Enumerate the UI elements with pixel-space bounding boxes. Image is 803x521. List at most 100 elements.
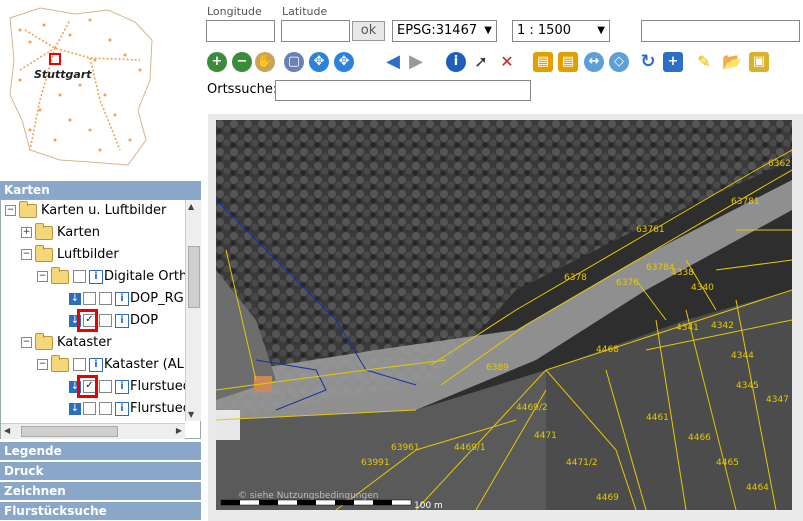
parcel-label: 6389 — [486, 363, 509, 373]
parcel-label: 4464 — [746, 483, 769, 493]
parcel-label: 4469 — [596, 493, 619, 503]
parcel-label: 4465 — [716, 458, 739, 468]
parcel-label: 63961 — [391, 443, 420, 453]
layer-info-icon[interactable]: i — [115, 291, 129, 306]
overview-map[interactable]: Stuttgart — [0, 0, 160, 170]
panel-header-legende[interactable]: Legende — [0, 441, 201, 460]
latitude-input[interactable] — [281, 20, 350, 42]
tree-label: DOP_RGB — [130, 291, 193, 306]
tree-label: DOP — [130, 313, 159, 328]
longitude-input[interactable] — [206, 20, 275, 42]
eraser-icon[interactable]: ✎ — [694, 52, 714, 72]
refresh-icon[interactable]: ↻ — [638, 52, 658, 72]
scroll-thumb[interactable] — [188, 246, 200, 308]
layer-order-icon[interactable]: ▤ — [533, 52, 553, 72]
collapse-icon[interactable]: − — [37, 359, 48, 370]
tree-label: Kataster (AL — [104, 357, 184, 372]
layer-info-icon[interactable]: i — [89, 357, 103, 372]
scroll-thumb[interactable] — [21, 426, 118, 437]
epsg-select[interactable]: EPSG:31467 ▼ — [392, 20, 497, 42]
parcel-label: 4345 — [736, 381, 759, 391]
collapse-icon[interactable]: − — [37, 271, 48, 282]
expand-icon[interactable]: + — [21, 227, 32, 238]
panel-header-druck[interactable]: Druck — [0, 461, 201, 480]
back-arrow-icon[interactable]: ◀ — [383, 52, 403, 72]
parcel-label: 4469/1 — [454, 443, 486, 453]
zoom-out-icon[interactable]: − — [232, 52, 252, 72]
parcel-label: 6378 — [564, 273, 587, 283]
collapse-icon[interactable]: − — [5, 205, 16, 216]
tree-label: Luftbilder — [57, 247, 119, 262]
measure-line-icon[interactable]: ↔ — [584, 52, 604, 72]
latitude-label: Latitude — [282, 5, 328, 18]
folder-icon — [51, 266, 69, 284]
longitude-label: Longitude — [207, 5, 262, 18]
parcel-label: 4466 — [688, 433, 711, 443]
parcel-label: 4338 — [671, 268, 694, 278]
pan-hand-icon[interactable]: ✋ — [255, 52, 275, 72]
folder-icon — [35, 244, 53, 262]
tree-vertical-scrollbar[interactable]: ▲ ▼ — [185, 200, 201, 421]
tree-node-flurstuecke-2[interactable]: ↓ i Flurstued — [69, 399, 191, 419]
layer-query-checkbox[interactable] — [99, 292, 112, 305]
parcel-label: 4344 — [731, 351, 754, 361]
parcel-label: 63781 — [731, 197, 760, 207]
ok-button[interactable]: ok — [352, 21, 385, 41]
extra-input[interactable] — [641, 20, 800, 42]
open-folder-icon[interactable]: 📂 — [722, 52, 742, 72]
layer-checkbox[interactable] — [83, 292, 96, 305]
overview-city-label: Stuttgart — [34, 68, 92, 81]
parcel-label: 6362 — [768, 159, 791, 169]
tree-node-kataster[interactable]: − Kataster — [21, 332, 112, 353]
tree-node-kataster-alkis[interactable]: − i Kataster (AL — [37, 354, 184, 375]
layer-info-icon[interactable]: i — [115, 401, 129, 416]
layer-query-checkbox[interactable] — [99, 402, 112, 415]
tree-label: Karten — [57, 225, 100, 240]
folder-icon — [51, 354, 69, 372]
layer-info-icon[interactable]: i — [115, 379, 129, 394]
zoom-extent-icon[interactable]: ✥ — [309, 52, 329, 72]
tree-node-karten-luftbilder[interactable]: − Karten u. Luftbilder — [5, 200, 166, 221]
collapse-icon[interactable]: − — [21, 249, 32, 260]
measure-area-icon[interactable]: ◇ — [609, 52, 629, 72]
layer-info-icon[interactable]: i — [89, 269, 103, 284]
clear-selection-icon[interactable]: ✕ — [497, 52, 517, 72]
layer-query-checkbox[interactable] — [99, 314, 112, 327]
tree-node-dop-rgb[interactable]: ↓ i DOP_RGB — [69, 289, 193, 309]
move-icon[interactable]: ✥ — [334, 52, 354, 72]
scale-select[interactable]: 1 : 1500 ▼ — [512, 20, 610, 42]
map-canvas[interactable]: 6362 63781 63761 6378 6376 63784 4338 43… — [216, 120, 792, 510]
collapse-icon[interactable]: − — [21, 337, 32, 348]
layer-info-icon[interactable]: i — [115, 313, 129, 328]
layer-checkbox[interactable] — [73, 358, 86, 371]
save-icon[interactable]: ▣ — [749, 52, 769, 72]
tree-node-karten[interactable]: + Karten — [21, 222, 100, 243]
panel-header-zeichnen[interactable]: Zeichnen — [0, 481, 201, 500]
folder-icon — [19, 200, 37, 218]
layer-checkbox[interactable] — [73, 270, 86, 283]
parcel-label: 4469/2 — [516, 403, 548, 413]
tree-node-digitale-ortho[interactable]: − i Digitale Orth — [37, 266, 188, 287]
zoom-in-icon[interactable]: + — [207, 52, 227, 72]
tree-node-luftbilder[interactable]: − Luftbilder — [21, 244, 119, 265]
place-search-input[interactable] — [275, 80, 531, 101]
tree-horizontal-scrollbar[interactable]: ◀ ▶ — [1, 423, 185, 439]
layer-copy-icon[interactable]: ▤ — [558, 52, 578, 72]
download-icon[interactable]: ↓ — [69, 292, 81, 305]
parcel-label: 4340 — [691, 283, 714, 293]
parcel-label: 4461 — [646, 413, 669, 423]
forward-arrow-icon[interactable]: ▶ — [406, 52, 426, 72]
panel-header-karten[interactable]: Karten — [0, 181, 201, 199]
download-icon[interactable]: ↓ — [69, 402, 81, 415]
folder-icon — [35, 222, 53, 240]
add-icon[interactable]: + — [663, 52, 683, 72]
parcel-label: 6376 — [616, 278, 639, 288]
tree-label: Digitale Orth — [104, 269, 188, 284]
zoom-box-icon[interactable]: ▢ — [284, 52, 304, 72]
parcel-label: 63991 — [361, 458, 390, 468]
panel-header-flurstuecksuche[interactable]: Flurstücksuche — [0, 501, 201, 520]
layer-checkbox[interactable] — [83, 402, 96, 415]
info-icon[interactable]: i — [446, 52, 466, 72]
layer-query-checkbox[interactable] — [99, 380, 112, 393]
select-cursor-icon[interactable]: ➚ — [471, 52, 491, 72]
